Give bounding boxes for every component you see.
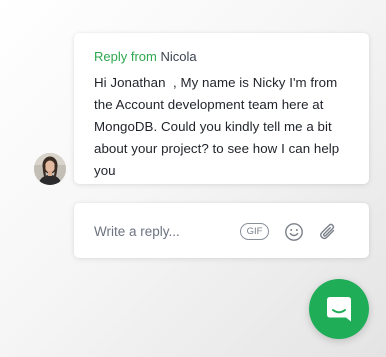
reply-composer: GIF — [74, 203, 369, 258]
reply-input[interactable] — [94, 221, 239, 241]
emoji-button[interactable] — [284, 222, 304, 242]
smiley-face-icon — [285, 223, 303, 241]
reply-from-header: Reply from Nicola — [94, 49, 351, 65]
avatar-image — [34, 153, 66, 185]
gif-button[interactable]: GIF — [240, 223, 269, 240]
sender-avatar — [34, 153, 66, 185]
attach-file-button[interactable] — [318, 221, 338, 243]
message-card: Reply from Nicola Hi Jonathan , My name … — [74, 33, 369, 184]
reply-from-label: Reply from — [94, 49, 157, 64]
chat-launcher-button[interactable] — [309, 279, 369, 339]
message-body: Hi Jonathan , My name is Nicky I'm from … — [94, 75, 340, 178]
sender-name: Nicola — [160, 49, 197, 64]
chat-bubble-icon — [327, 297, 351, 322]
paperclip-icon — [320, 223, 335, 240]
